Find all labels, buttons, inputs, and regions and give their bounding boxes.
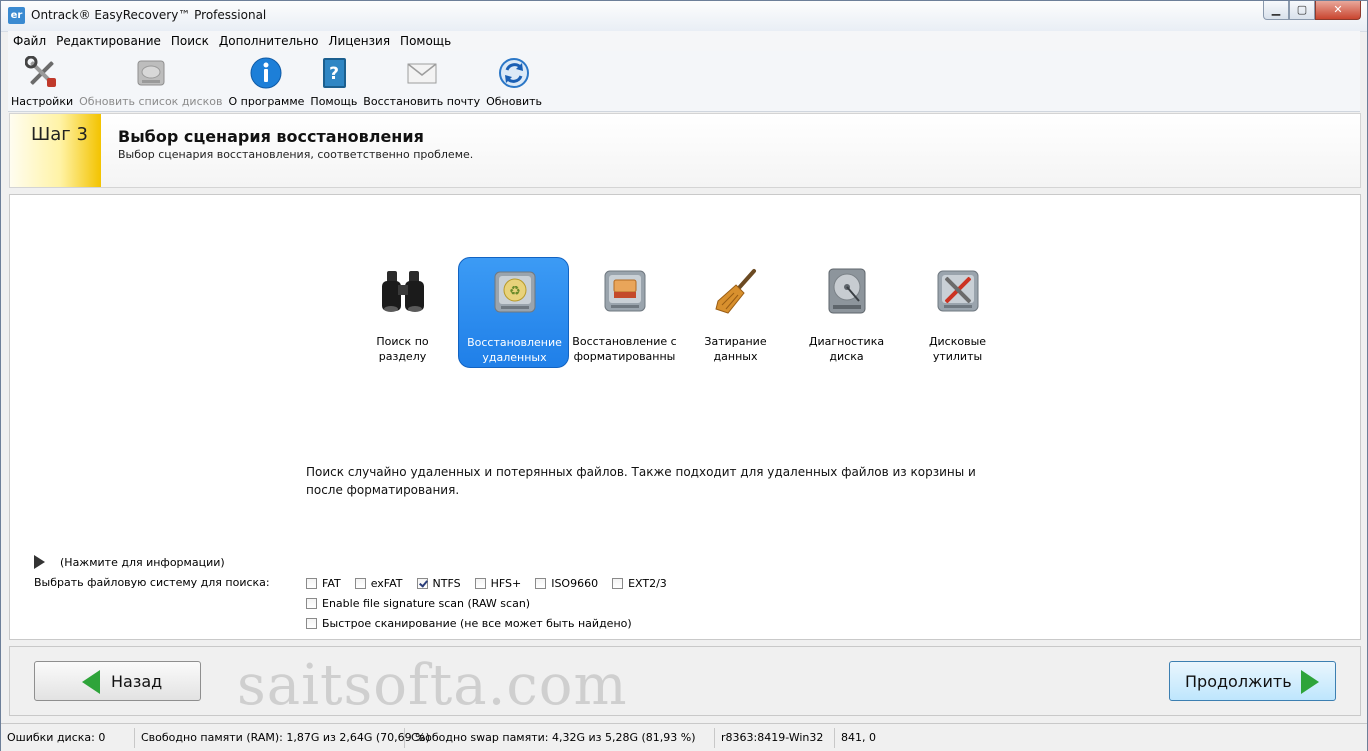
fs-checkbox-ntfs[interactable]: NTFS	[416, 577, 461, 590]
scenario-label: Затирание данных	[704, 335, 767, 363]
restore-mail-button[interactable]: Восстановить почту	[360, 51, 483, 109]
menu-bar: Файл Редактирование Поиск Дополнительно …	[8, 31, 1360, 51]
about-label: О программе	[228, 95, 305, 108]
tools-icon	[24, 55, 59, 90]
continue-button[interactable]: Продолжить	[1169, 661, 1336, 701]
scenario-format-recovery[interactable]: Восстановление с форматированны	[569, 257, 680, 368]
back-button[interactable]: Назад	[34, 661, 201, 701]
scenario-label: Восстановление удаленных	[467, 336, 562, 364]
filesystem-label: Выбрать файловую систему для поиска:	[34, 576, 270, 589]
settings-button[interactable]: Настройки	[8, 51, 76, 109]
menu-file[interactable]: Файл	[8, 31, 51, 51]
close-button[interactable]: ✕	[1315, 1, 1361, 20]
checkbox[interactable]	[306, 598, 317, 609]
status-ram: Свободно памяти (RAM): 1,87G из 2,64G (7…	[135, 727, 430, 748]
update-icon	[497, 56, 531, 90]
info-icon	[249, 56, 283, 90]
checkbox[interactable]	[354, 578, 366, 589]
raw-scan-option: Enable file signature scan (RAW scan)	[306, 597, 544, 610]
menu-search[interactable]: Поиск	[166, 31, 214, 51]
recycle-drive-icon: ♻	[489, 266, 541, 318]
app-logo-icon: er	[8, 7, 25, 24]
checkbox[interactable]	[306, 618, 317, 629]
menu-edit[interactable]: Редактирование	[51, 31, 166, 51]
checkbox[interactable]	[535, 578, 547, 589]
scenario-disk-utilities[interactable]: Дисковые утилиты	[902, 257, 1013, 368]
scenario-panel: Поиск по разделу ♻ Восстановление удален…	[9, 194, 1361, 640]
status-bar: Ошибки диска: 0 Свободно памяти (RAM): 1…	[1, 723, 1367, 751]
scenario-label: Диагностика диска	[808, 335, 885, 363]
about-button[interactable]: О программе	[225, 51, 307, 109]
checkbox[interactable]	[474, 578, 486, 589]
step-header: Шаг 3 Выбор сценария восстановления Выбо…	[9, 113, 1361, 188]
help-label: Помощь	[310, 95, 358, 108]
broom-icon	[710, 265, 762, 317]
toolbar: Настройки Обновить список дисков О прогр…	[8, 51, 1360, 112]
title-bar[interactable]: er Ontrack® EasyRecovery™ Professional ▁…	[1, 1, 1367, 32]
status-build: r8363:8419-Win32	[715, 727, 835, 748]
disk-tools-icon	[932, 265, 984, 317]
settings-label: Настройки	[11, 95, 74, 108]
svg-text:♻: ♻	[509, 284, 521, 299]
checkbox-checked[interactable]	[416, 578, 428, 589]
maximize-button[interactable]: ▢	[1289, 1, 1315, 20]
update-label: Обновить	[486, 95, 542, 108]
page-subtitle: Выбор сценария восстановления, соответст…	[118, 148, 474, 161]
scenario-label: Поиск по разделу	[376, 335, 429, 363]
step-number: Шаг 3	[31, 124, 88, 145]
arrow-right-icon	[1301, 670, 1319, 694]
menu-extra[interactable]: Дополнительно	[214, 31, 324, 51]
refresh-disks-button[interactable]: Обновить список дисков	[76, 51, 225, 109]
fs-checkbox-exfat[interactable]: exFAT	[354, 577, 403, 590]
svg-text:?: ?	[329, 64, 339, 84]
page-title: Выбор сценария восстановления	[118, 127, 424, 146]
scenario-data-wipe[interactable]: Затирание данных	[680, 257, 791, 368]
menu-help[interactable]: Помощь	[395, 31, 456, 51]
arrow-left-icon	[82, 670, 100, 694]
checkbox[interactable]	[612, 578, 624, 589]
checkbox[interactable]	[306, 578, 317, 589]
menu-license[interactable]: Лицензия	[323, 31, 395, 51]
window-controls: ▁ ▢ ✕	[1263, 1, 1361, 21]
refresh-disks-label: Обновить список дисков	[79, 95, 223, 108]
update-button[interactable]: Обновить	[483, 51, 545, 109]
quick-scan-checkbox[interactable]: Быстрое сканирование (не все может быть …	[306, 617, 632, 630]
restore-mail-label: Восстановить почту	[363, 95, 481, 108]
fs-checkbox-iso9660[interactable]: ISO9660	[535, 577, 598, 590]
fs-checkbox-ext[interactable]: EXT2/3	[612, 577, 667, 590]
quick-scan-option: Быстрое сканирование (не все может быть …	[306, 617, 646, 630]
watermark: saitsofta.com	[237, 653, 628, 718]
window-title: Ontrack® EasyRecovery™ Professional	[31, 8, 267, 22]
scenario-label: Восстановление с форматированны	[572, 335, 677, 363]
format-drive-icon	[599, 265, 651, 317]
app-window: er Ontrack® EasyRecovery™ Professional ▁…	[0, 0, 1368, 751]
binoculars-icon	[377, 265, 429, 317]
fs-checkbox-hfs[interactable]: HFS+	[474, 577, 521, 590]
help-button[interactable]: ? Помощь	[307, 51, 360, 109]
scenario-label: Дисковые утилиты	[928, 335, 987, 363]
status-coords: 841, 0	[841, 730, 876, 744]
scenario-disk-diagnostics[interactable]: Диагностика диска	[791, 257, 902, 368]
scenario-description: Поиск случайно удаленных и потерянных фа…	[306, 465, 976, 497]
minimize-button[interactable]: ▁	[1263, 1, 1289, 20]
disk-refresh-icon	[134, 56, 168, 90]
hdd-diagnostic-icon	[821, 265, 873, 317]
filesystem-checkboxes: FAT exFAT NTFS HFS+ ISO9660 EXT2/3	[306, 577, 681, 590]
scenario-deleted-recovery[interactable]: ♻ Восстановление удаленных	[458, 257, 569, 368]
scenario-partition-search[interactable]: Поиск по разделу	[347, 257, 458, 368]
fs-checkbox-fat[interactable]: FAT	[306, 577, 341, 590]
mail-icon	[405, 56, 439, 90]
status-swap: Свободно swap памяти: 4,32G из 5,28G (81…	[405, 727, 715, 748]
help-book-icon: ?	[317, 56, 351, 90]
step-badge: Шаг 3	[10, 114, 101, 187]
status-disk-errors: Ошибки диска: 0	[1, 727, 135, 748]
expand-arrow-icon[interactable]	[34, 555, 45, 569]
navigation-bar: Назад Продолжить	[9, 646, 1361, 716]
info-toggle-label[interactable]: (Нажмите для информации)	[60, 556, 225, 569]
raw-scan-checkbox[interactable]: Enable file signature scan (RAW scan)	[306, 597, 530, 610]
